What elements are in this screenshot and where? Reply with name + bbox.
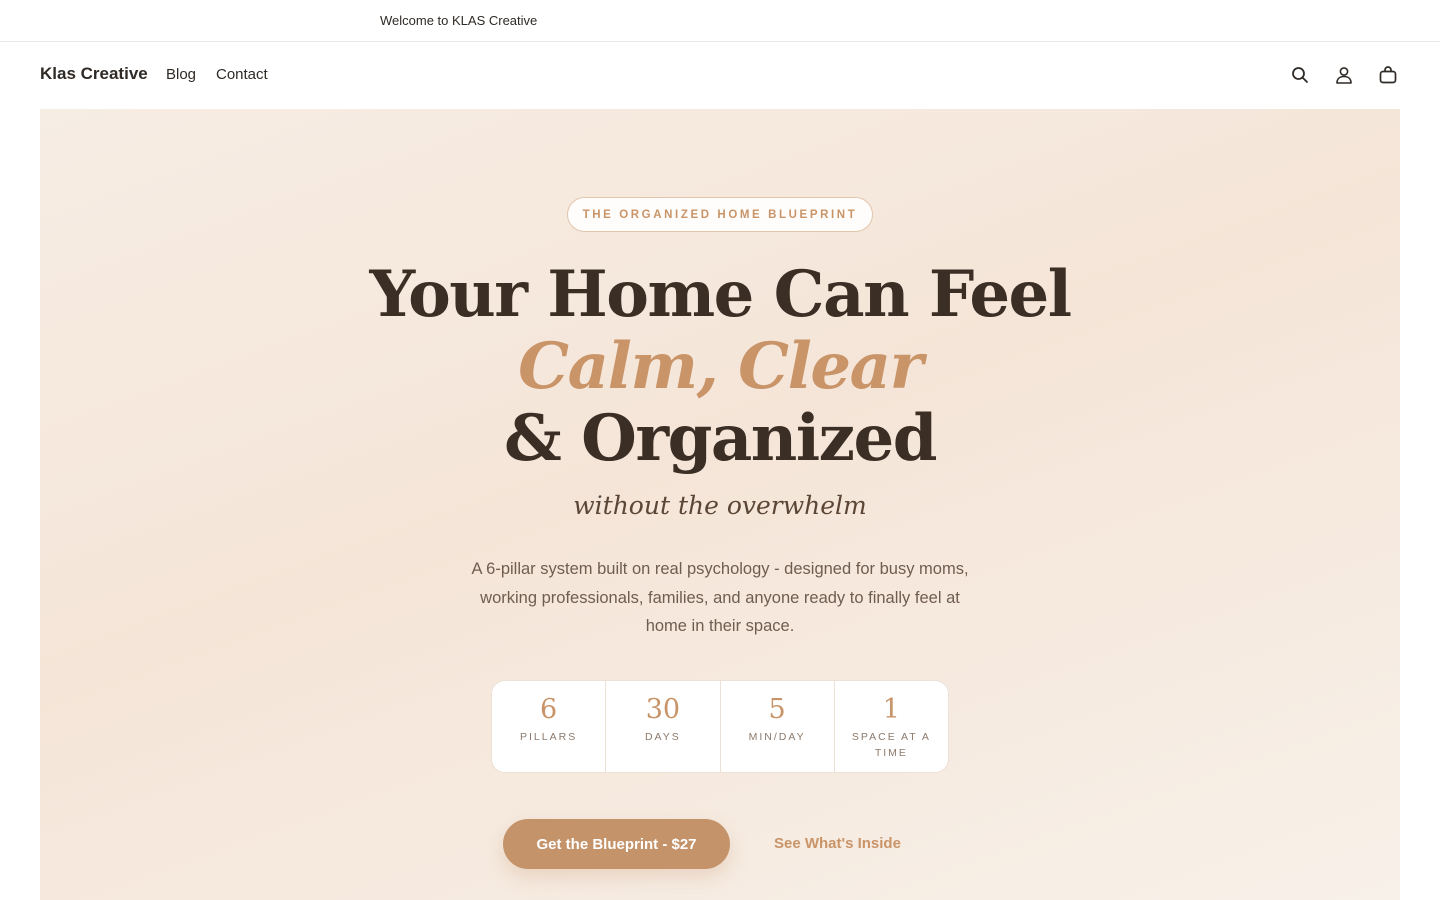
stat-label: PILLARS <box>520 731 578 743</box>
get-blueprint-button[interactable]: Get the Blueprint - $27 <box>503 819 730 869</box>
site-logo[interactable]: Klas Creative <box>40 64 148 84</box>
eyebrow-badge: THE ORGANIZED HOME BLUEPRINT <box>567 197 873 232</box>
hero-description: A 6-pillar system built on real psycholo… <box>471 560 969 635</box>
header-icons <box>1288 63 1400 87</box>
stat-label: SPACE AT A TIME <box>851 731 931 759</box>
stat-value: 6 <box>540 694 558 725</box>
hero-tagline: without the overwhelm <box>573 491 867 520</box>
stat-space: 1 SPACE AT A TIME <box>833 681 948 772</box>
stat-label: MIN/DAY <box>748 731 806 743</box>
stat-pillars: 6 PILLARS <box>492 681 605 772</box>
announcement-bar: Welcome to KLAS Creative <box>0 0 1440 42</box>
stat-value: 30 <box>645 694 681 725</box>
cart-icon[interactable] <box>1376 63 1400 87</box>
account-icon[interactable] <box>1332 63 1356 87</box>
stat-days: 30 DAYS <box>605 681 719 772</box>
stats-card: 6 PILLARS 30 DAYS 5 MIN/DAY 1 SPACE AT A… <box>491 680 949 773</box>
header-nav: Klas Creative Blog Contact <box>0 42 1440 109</box>
see-whats-inside-link[interactable]: See What's Inside <box>774 835 901 852</box>
search-icon[interactable] <box>1288 63 1312 87</box>
stat-min-per-day: 5 MIN/DAY <box>719 681 834 772</box>
hero-section: THE ORGANIZED HOME BLUEPRINT Your Home C… <box>40 109 1400 900</box>
headline-line-2: Calm, Clear <box>518 329 923 404</box>
headline-line-1: Your Home Can Feel <box>369 257 1072 332</box>
stat-value: 5 <box>768 694 786 725</box>
announcement-text: Welcome to KLAS Creative <box>380 13 538 28</box>
stat-label: DAYS <box>644 731 681 743</box>
stat-value: 1 <box>882 694 900 725</box>
nav-link-contact[interactable]: Contact <box>216 66 268 83</box>
nav-link-blog[interactable]: Blog <box>166 66 196 83</box>
headline-line-3: & Organized <box>504 401 937 476</box>
